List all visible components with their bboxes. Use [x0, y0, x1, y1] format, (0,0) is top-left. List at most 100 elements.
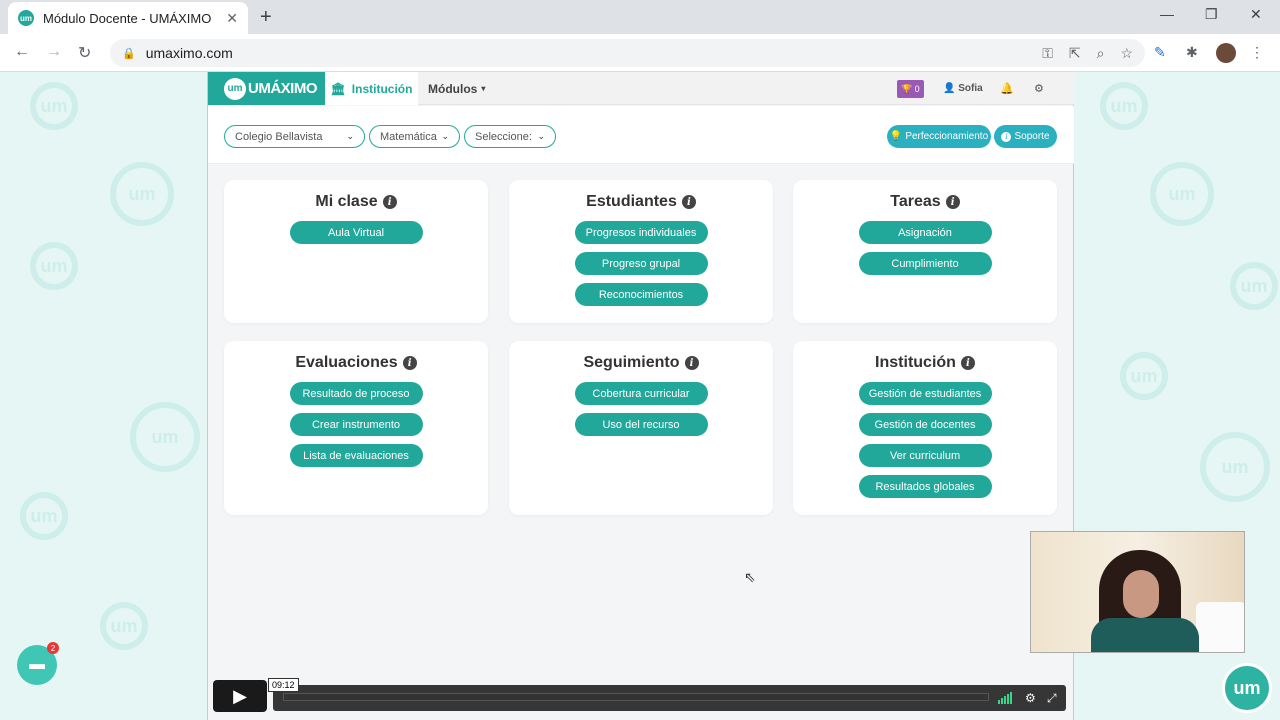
- crear-instrumento-button[interactable]: Crear instrumento: [289, 413, 423, 436]
- browser-toolbar: ← → ↻ 🔒 umaximo.com ⚿ ⇱ ⌕ ☆ ✎ ✱ ⋮: [0, 34, 1280, 72]
- app-navbar: um UMÁXIMO 🏛 Institución Módulos ▾ 🏆 0 👤…: [208, 72, 1074, 105]
- bookmark-star-icon[interactable]: ☆: [1120, 45, 1133, 62]
- video-track-bar: ⚙ ⤢: [273, 685, 1066, 711]
- subject-select[interactable]: Matemática ⌄: [369, 125, 460, 148]
- browser-tab[interactable]: um Módulo Docente - UMÁXIMO ✕: [8, 2, 248, 34]
- school-select[interactable]: Colegio Bellavista ⌄: [224, 125, 365, 148]
- card-evaluaciones: Evaluaciones i Resultado de proceso Crear…: [224, 341, 488, 515]
- um-pattern-icon: um: [1120, 352, 1168, 400]
- nav-modulos-dropdown[interactable]: Módulos ▾: [428, 72, 485, 105]
- logo-badge: um: [224, 77, 246, 100]
- reconocimientos-button[interactable]: Reconocimientos: [574, 283, 708, 306]
- um-pattern-icon: um: [30, 242, 78, 290]
- cobertura-curricular-button[interactable]: Cobertura curricular: [574, 382, 708, 405]
- window-close-icon[interactable]: ✕: [1250, 6, 1262, 23]
- forward-icon[interactable]: →: [46, 43, 62, 61]
- volume-icon[interactable]: [998, 692, 1012, 704]
- favicon-icon: um: [18, 10, 34, 26]
- um-pattern-icon: um: [1230, 262, 1278, 310]
- tab-title: Módulo Docente - UMÁXIMO: [43, 10, 212, 26]
- chat-notification-badge: 2: [47, 642, 59, 654]
- user-name: Sofia: [958, 83, 983, 94]
- nav-modulos-label: Módulos: [428, 81, 478, 96]
- caret-down-icon: ▾: [481, 84, 486, 93]
- trophy-icon: 🏆: [901, 83, 913, 94]
- um-pattern-icon: um: [110, 162, 174, 226]
- soporte-label: Soporte: [1014, 131, 1050, 142]
- resultado-de-proceso-button[interactable]: Resultado de proceso: [289, 382, 423, 405]
- info-icon[interactable]: i: [681, 195, 696, 209]
- perfeccionamiento-label: Perfeccionamiento: [905, 131, 989, 142]
- progresos-individuales-button[interactable]: Progresos individuales: [574, 221, 708, 244]
- chevron-down-icon: ⌄: [441, 131, 449, 141]
- minimize-icon[interactable]: —: [1160, 6, 1174, 22]
- um-pattern-icon: um: [30, 82, 78, 130]
- info-icon[interactable]: i: [402, 356, 417, 370]
- info-icon[interactable]: i: [960, 356, 975, 370]
- key-icon[interactable]: ⚿: [1042, 45, 1053, 62]
- user-menu[interactable]: 👤 Sofia: [943, 83, 983, 94]
- lightbulb-icon: 💡: [889, 131, 903, 142]
- trophy-count-badge[interactable]: 🏆 0: [897, 80, 924, 98]
- pen-extension-icon[interactable]: ✎: [1154, 44, 1166, 61]
- fullscreen-icon[interactable]: ⤢: [1047, 691, 1057, 706]
- new-tab-button[interactable]: +: [260, 6, 272, 29]
- trophy-count: 0: [914, 84, 920, 94]
- settings-gear-icon[interactable]: ⚙: [1025, 691, 1036, 705]
- um-pattern-icon: um: [100, 602, 148, 650]
- umaximo-logo[interactable]: um UMÁXIMO: [208, 72, 325, 105]
- gestion-de-docentes-button[interactable]: Gestión de docentes: [858, 413, 992, 436]
- resultados-globales-button[interactable]: Resultados globales: [858, 475, 992, 498]
- um-pattern-icon: um: [1200, 432, 1270, 502]
- building-icon: 🏛: [330, 81, 346, 96]
- card-title: Seguimiento: [583, 354, 680, 371]
- card-estudiantes: Estudiantes i Progresos individuales Prog…: [509, 180, 773, 323]
- app-panel: um UMÁXIMO 🏛 Institución Módulos ▾ 🏆 0 👤…: [207, 72, 1074, 720]
- chevron-down-icon: ⌄: [346, 131, 354, 141]
- restore-icon[interactable]: ❐: [1205, 6, 1218, 23]
- um-pattern-icon: um: [1150, 162, 1214, 226]
- nav-institucion[interactable]: 🏛 Institución: [325, 72, 418, 105]
- ver-curriculum-button[interactable]: Ver curriculum: [858, 444, 992, 467]
- play-button[interactable]: ▶: [213, 680, 267, 712]
- card-mi-clase: Mi clase i Aula Virtual: [224, 180, 488, 323]
- card-title: Evaluaciones: [295, 354, 398, 371]
- course-select[interactable]: Seleccione: ⌄: [464, 125, 556, 148]
- card-tareas: Tareas i Asignación Cumplimiento: [793, 180, 1057, 323]
- umaximo-corner-logo[interactable]: um: [1222, 663, 1272, 713]
- close-tab-icon[interactable]: ✕: [226, 10, 238, 27]
- progreso-grupal-button[interactable]: Progreso grupal: [574, 252, 708, 275]
- info-icon[interactable]: i: [382, 195, 397, 209]
- background-sofa: [1196, 602, 1244, 652]
- url-text: umaximo.com: [145, 45, 233, 61]
- lista-de-evaluaciones-button[interactable]: Lista de evaluaciones: [289, 444, 423, 467]
- video-timestamp: 09:12: [268, 678, 299, 692]
- card-institucion: Institución i Gestión de estudiantes Gest…: [793, 341, 1057, 515]
- menu-dots-icon[interactable]: ⋮: [1250, 44, 1264, 61]
- course-select-value: Seleccione:: [475, 130, 532, 143]
- video-progress-bar[interactable]: [283, 693, 989, 701]
- extensions-puzzle-icon[interactable]: ✱: [1186, 44, 1198, 61]
- reload-icon[interactable]: ↻: [78, 43, 91, 63]
- soporte-button[interactable]: i Soporte: [994, 125, 1057, 148]
- gear-icon[interactable]: ⚙: [1034, 82, 1044, 95]
- profile-avatar[interactable]: [1216, 43, 1236, 63]
- info-icon[interactable]: i: [945, 195, 960, 209]
- um-pattern-icon: um: [20, 492, 68, 540]
- aula-virtual-button[interactable]: Aula Virtual: [289, 221, 423, 244]
- cumplimiento-button[interactable]: Cumplimiento: [858, 252, 992, 275]
- zoom-icon[interactable]: ⌕: [1097, 45, 1105, 62]
- subject-select-value: Matemática: [380, 130, 437, 143]
- card-seguimiento: Seguimiento i Cobertura curricular Uso de…: [509, 341, 773, 515]
- info-icon[interactable]: i: [684, 356, 699, 370]
- card-title: Tareas: [890, 193, 941, 210]
- logo-text: UMÁXIMO: [248, 80, 318, 97]
- bell-icon[interactable]: 🔔: [1000, 82, 1014, 95]
- uso-del-recurso-button[interactable]: Uso del recurso: [574, 413, 708, 436]
- open-external-icon[interactable]: ⇱: [1069, 45, 1081, 62]
- gestion-de-estudiantes-button[interactable]: Gestión de estudiantes: [858, 382, 992, 405]
- back-icon[interactable]: ←: [14, 43, 30, 61]
- perfeccionamiento-button[interactable]: 💡 Perfeccionamiento: [887, 125, 991, 148]
- address-bar[interactable]: 🔒 umaximo.com ⚿ ⇱ ⌕ ☆: [110, 39, 1145, 67]
- asignacion-button[interactable]: Asignación: [858, 221, 992, 244]
